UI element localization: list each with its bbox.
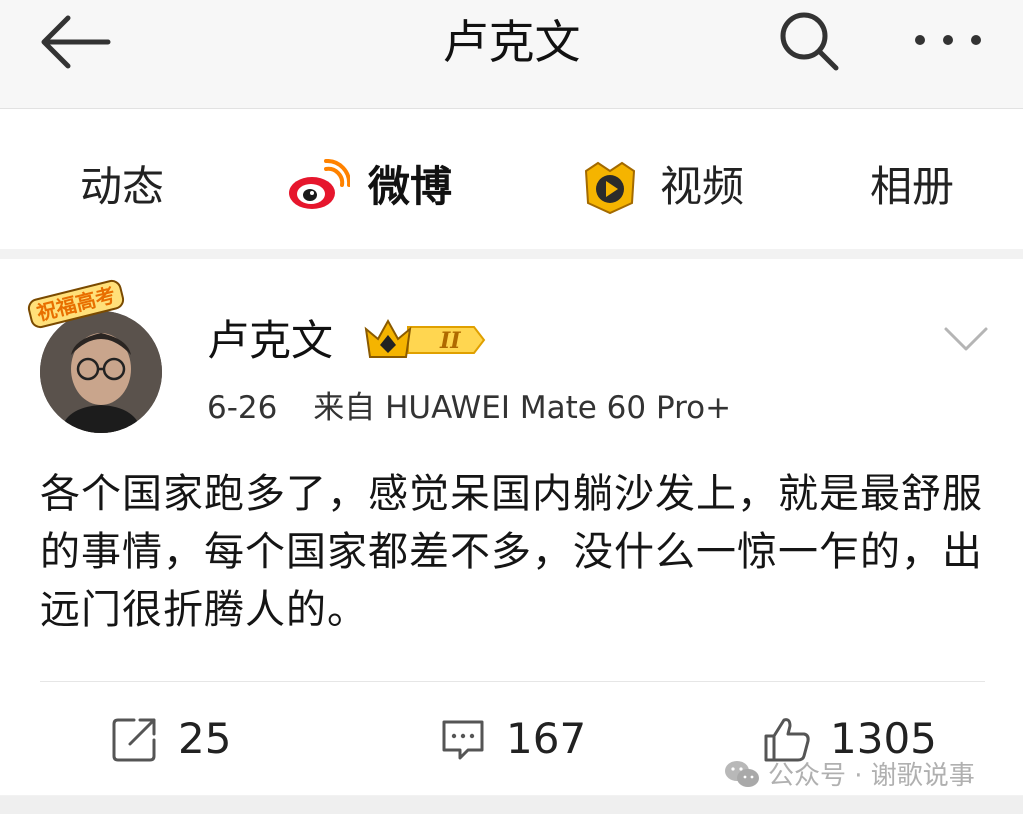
tab-label: 相册: [870, 162, 955, 211]
tab-weibo[interactable]: 微博: [286, 157, 452, 217]
tab-label: 动态: [80, 162, 165, 211]
weibo-logo-icon: [289, 159, 350, 209]
watermark-text: 公众号 · 谢歌说事: [768, 761, 975, 791]
watermark: 公众号 · 谢歌说事: [724, 755, 975, 792]
comment-button[interactable]: 167: [438, 709, 586, 769]
tab-shipin[interactable]: 视频: [578, 157, 744, 217]
repost-button[interactable]: 25: [110, 709, 231, 769]
video-play-icon: [584, 161, 636, 215]
repost-count: 25: [178, 714, 232, 763]
divider: [40, 681, 985, 682]
top-bar: 卢克文: [0, 0, 1023, 109]
comment-count: 167: [506, 714, 587, 763]
post-card: 祝福高考 卢克文 II 6-26 来自 HUAWEI Mate 60 Pro+ …: [0, 259, 1023, 795]
profile-tabs: 动态 微博 视频 相册: [0, 109, 1023, 344]
tab-label: 视频: [660, 162, 745, 211]
wechat-icon: [725, 760, 759, 787]
portrait-illustration: [40, 311, 162, 433]
tab-xiangce[interactable]: 相册: [870, 157, 954, 217]
avatar-image: [40, 311, 162, 433]
post-source: 来自 HUAWEI Mate 60 Pro+: [313, 390, 732, 426]
post-meta: 6-26 来自 HUAWEI Mate 60 Pro+: [207, 387, 731, 429]
post-content: 各个国家跑多了，感觉呆国内躺沙发上，就是最舒服的事情，每个国家都差不多，没什么一…: [40, 471, 983, 633]
comment-icon: [442, 720, 484, 760]
username[interactable]: 卢克文: [207, 315, 333, 367]
chevron-down-icon[interactable]: [942, 323, 990, 353]
page-title: 卢克文: [442, 15, 581, 69]
more-icon[interactable]: [910, 20, 986, 60]
bottom-separator: [0, 796, 1023, 814]
avatar[interactable]: 祝福高考: [25, 277, 178, 434]
search-icon[interactable]: [776, 8, 842, 74]
post-date: 6-26: [207, 390, 278, 426]
repost-icon: [112, 718, 156, 762]
tab-dongtai[interactable]: 动态: [80, 157, 164, 217]
vip-crown-icon: II: [364, 318, 486, 358]
tab-label: 微博: [368, 162, 453, 211]
vip-level: II: [439, 328, 461, 354]
